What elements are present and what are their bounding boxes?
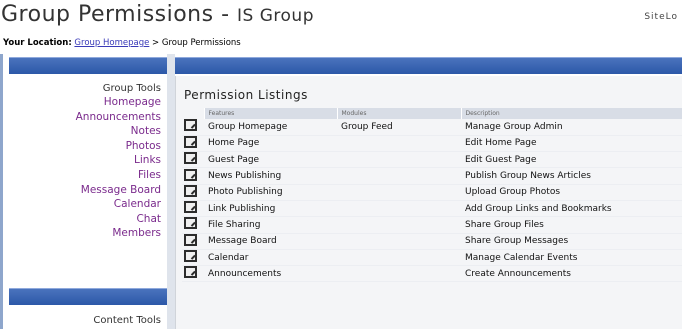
sidebar-item-photos[interactable]: Photos [76, 139, 161, 154]
column-header-description: Description [461, 108, 682, 119]
group-name: IS Group [237, 6, 314, 26]
main-content: Permission Listings Features Modules Des… [175, 54, 682, 329]
row-feature: News Publishing [204, 167, 337, 185]
sidebar-item-homepage[interactable]: Homepage [76, 95, 161, 110]
row-icon-cell [182, 249, 204, 267]
column-header-features: Features [204, 108, 338, 119]
row-description: Share Group Files [461, 216, 682, 234]
row-feature: Home Page [204, 135, 337, 153]
row-icon-cell [182, 167, 204, 185]
permission-panel: Permission Listings Features Modules Des… [175, 76, 682, 329]
row-icon-cell [182, 119, 204, 136]
edit-permission-icon[interactable] [184, 266, 197, 279]
sidebar-item-links[interactable]: Links [76, 153, 161, 168]
sidebar-item-calendar[interactable]: Calendar [76, 197, 161, 212]
table-row: Announcements Create Announcements [182, 265, 682, 283]
page-title-text: Group Permissions - [1, 2, 238, 27]
row-module [337, 200, 461, 218]
breadcrumb: Your Location: Group Homepage > Group Pe… [3, 38, 241, 48]
sidebar-item-files[interactable]: Files [76, 168, 161, 183]
edit-permission-icon[interactable] [184, 135, 197, 148]
edit-permission-icon[interactable] [184, 184, 197, 197]
row-feature: Message Board [204, 233, 337, 250]
row-description: Upload Group Photos [461, 184, 682, 201]
row-icon-cell [182, 184, 204, 201]
table-row: News Publishing Publish Group News Articl… [182, 167, 682, 185]
row-icon-cell [182, 200, 204, 218]
row-icon-cell [182, 135, 204, 153]
table-row: Photo Publishing Upload Group Photos [182, 184, 682, 201]
table-row: File Sharing Share Group Files [182, 216, 682, 234]
group-tools-heading: Group Tools [102, 83, 161, 94]
sidebar-item-members[interactable]: Members [76, 226, 161, 241]
sidebar-item-notes[interactable]: Notes [76, 124, 161, 139]
row-icon-cell [182, 265, 204, 283]
page-title: Group Permissions - IS Group [1, 2, 314, 27]
header-icon-col [182, 108, 205, 119]
edit-permission-icon[interactable] [184, 217, 197, 230]
edit-permission-icon[interactable] [184, 152, 197, 165]
sidebar-mid-bar [9, 288, 167, 305]
row-feature: Guest Page [204, 151, 337, 169]
breadcrumb-homepage-link[interactable]: Group Homepage [74, 38, 149, 48]
sidebar-top-bar [9, 57, 167, 74]
table-row: Calendar Manage Calendar Events [182, 249, 682, 267]
table-row: Link Publishing Add Group Links and Bookm… [182, 200, 682, 218]
table-header-row: Features Modules Description [182, 108, 682, 119]
sidebar-item-message-board[interactable]: Message Board [76, 183, 161, 198]
edit-permission-icon[interactable] [184, 168, 197, 181]
column-header-modules: Modules [337, 108, 462, 119]
edit-permission-icon[interactable] [184, 119, 197, 132]
row-module [337, 151, 461, 169]
edit-permission-icon[interactable] [184, 250, 197, 263]
row-icon-cell [182, 216, 204, 234]
breadcrumb-label: Your Location: [3, 38, 72, 48]
panel-title: Permission Listings [184, 88, 308, 102]
row-feature: Announcements [204, 265, 337, 283]
sidebar-nav: Homepage Announcements Notes Photos Link… [76, 95, 161, 241]
row-module [337, 249, 461, 267]
row-description: Manage Group Admin [461, 119, 682, 136]
table-row: Group Homepage Group Feed Manage Group Adm… [182, 119, 682, 136]
permission-table: Features Modules Description Group Homep… [182, 108, 682, 283]
table-row: Message Board Share Group Messages [182, 233, 682, 250]
row-description: Edit Home Page [461, 135, 682, 153]
row-feature: Link Publishing [204, 200, 337, 218]
table-row: Guest Page Edit Guest Page [182, 151, 682, 169]
row-feature: Group Homepage [204, 119, 337, 136]
row-module [337, 135, 461, 153]
row-module [337, 184, 461, 201]
table-row: Home Page Edit Home Page [182, 135, 682, 153]
row-description: Manage Calendar Events [461, 249, 682, 267]
sidebar-item-chat[interactable]: Chat [76, 212, 161, 227]
row-description: Add Group Links and Bookmarks [461, 200, 682, 218]
column-divider [167, 54, 175, 329]
row-description: Edit Guest Page [461, 151, 682, 169]
row-description: Publish Group News Articles [461, 167, 682, 185]
sidebar: Group Tools Homepage Announcements Notes… [3, 54, 167, 329]
row-icon-cell [182, 151, 204, 169]
row-description: Share Group Messages [461, 233, 682, 250]
content-tools-heading: Content Tools [93, 315, 161, 326]
row-icon-cell [182, 233, 204, 250]
row-module [337, 167, 461, 185]
row-description: Create Announcements [461, 265, 682, 283]
user-link[interactable]: SiteLo [644, 12, 678, 22]
row-feature: Calendar [204, 249, 337, 267]
edit-permission-icon[interactable] [184, 233, 197, 246]
row-module: Group Feed [337, 119, 461, 136]
edit-permission-icon[interactable] [184, 201, 197, 214]
main-top-bar [175, 57, 682, 74]
row-feature: Photo Publishing [204, 184, 337, 201]
breadcrumb-current: > Group Permissions [149, 38, 241, 48]
row-feature: File Sharing [204, 216, 337, 234]
row-module [337, 216, 461, 234]
row-module [337, 265, 461, 283]
row-module [337, 233, 461, 250]
sidebar-item-announcements[interactable]: Announcements [76, 110, 161, 125]
